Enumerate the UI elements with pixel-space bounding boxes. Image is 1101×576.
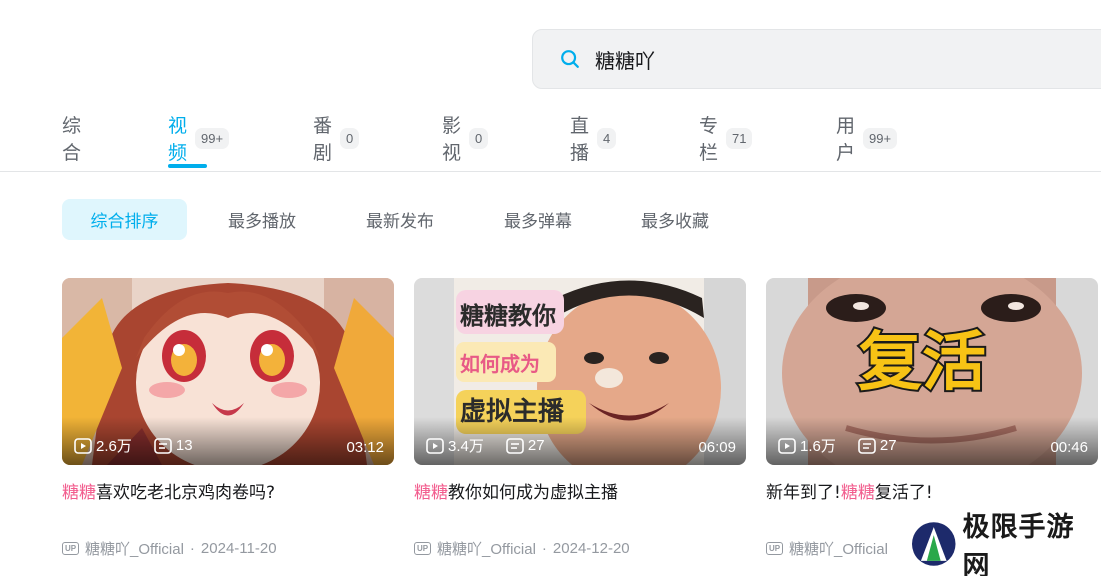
danmaku-count-value: 13 <box>175 437 193 454</box>
video-stats: 2.6万 13 <box>74 435 215 456</box>
tab-label: 直播 <box>570 115 590 164</box>
tab-count-badge: 99+ <box>195 127 230 149</box>
danmaku-icon <box>858 437 876 454</box>
danmaku-count-value: 27 <box>527 437 545 454</box>
title-prefix: 新年到了! <box>766 483 841 503</box>
tab-count-badge: 0 <box>340 127 360 149</box>
sort-newest[interactable]: 最新发布 <box>350 199 450 240</box>
play-count-icon <box>426 437 444 454</box>
title-keyword-highlight: 糖糖 <box>62 483 96 503</box>
video-duration: 03:12 <box>346 439 384 456</box>
title-rest: 喜欢吃老北京鸡肉卷吗? <box>96 483 276 503</box>
tab-label: 专栏 <box>699 115 719 164</box>
watermark-logo-icon <box>911 522 956 566</box>
search-icon[interactable] <box>559 48 581 70</box>
thumbnail-caption: 复活 <box>856 326 988 400</box>
tab-film[interactable]: 影视 0 <box>442 115 489 164</box>
video-meta[interactable]: UP 糖糖吖_Official · 2024-11-20 <box>62 538 394 559</box>
tab-article[interactable]: 专栏 71 <box>699 115 753 164</box>
tab-count-badge: 4 <box>597 127 617 149</box>
view-count-value: 1.6万 <box>800 438 836 455</box>
divider <box>0 171 1101 172</box>
tab-label: 综合 <box>62 115 82 164</box>
video-title[interactable]: 糖糖教你如何成为虚拟主播 <box>414 481 746 505</box>
up-badge-icon: UP <box>766 542 783 555</box>
meta-separator: · <box>541 540 547 557</box>
active-tab-indicator <box>168 164 207 168</box>
video-title[interactable]: 糖糖喜欢吃老北京鸡肉卷吗? <box>62 481 394 505</box>
site-watermark: 极限手游网 <box>901 512 1101 576</box>
view-count-value: 3.4万 <box>448 438 484 455</box>
video-card[interactable]: 2.6万 13 03:12 糖糖喜欢吃老北京鸡肉卷吗? UP 糖糖吖_Offic… <box>62 278 394 559</box>
tab-label: 视频 <box>168 115 188 164</box>
publish-date: 2024-12-20 <box>552 540 630 557</box>
watermark-text: 极限手游网 <box>962 512 1075 576</box>
view-count: 1.6万 <box>778 435 836 456</box>
video-card[interactable]: 糖糖教你 如何成为 虚拟主播 3.4万 27 06:09 糖糖教你如何成为虚拟主… <box>414 278 746 559</box>
danmaku-icon <box>154 437 172 454</box>
sort-most-favorited[interactable]: 最多收藏 <box>625 199 725 240</box>
tab-label: 影视 <box>442 115 462 164</box>
thumbnail-caption: 糖糖教你 如何成为 虚拟主播 <box>460 292 564 436</box>
video-title[interactable]: 新年到了!糖糖复活了! <box>766 481 1098 505</box>
publish-date: 2024-11-20 <box>200 540 277 557</box>
title-keyword-highlight: 糖糖 <box>840 483 875 503</box>
tab-user[interactable]: 用户 99+ <box>836 115 898 164</box>
tab-all[interactable]: 综合 <box>62 115 81 164</box>
play-count-icon <box>778 437 796 454</box>
danmaku-count: 27 <box>506 437 545 454</box>
sort-comprehensive[interactable]: 综合排序 <box>62 199 187 240</box>
video-duration: 00:46 <box>1050 439 1088 456</box>
tab-video[interactable]: 视频 99+ <box>168 115 230 164</box>
thumbnail-caption-line: 糖糖教你 <box>460 302 556 330</box>
thumbnail-caption-line: 如何成为 <box>460 352 540 376</box>
title-keyword-highlight: 糖糖 <box>414 483 448 503</box>
search-input[interactable]: 糖糖吖 <box>595 45 655 74</box>
tab-label: 番剧 <box>313 115 333 164</box>
tab-bangumi[interactable]: 番剧 0 <box>313 115 360 164</box>
tab-label: 用户 <box>836 115 856 164</box>
thumbnail-caption-line: 虚拟主播 <box>460 397 565 427</box>
up-badge-icon: UP <box>414 542 431 555</box>
title-rest: 教你如何成为虚拟主播 <box>448 483 618 503</box>
video-thumbnail[interactable]: 糖糖教你 如何成为 虚拟主播 3.4万 27 06:09 <box>414 278 746 465</box>
uploader-name[interactable]: 糖糖吖_Official <box>437 538 536 559</box>
video-thumbnail[interactable]: 2.6万 13 03:12 <box>62 278 394 465</box>
view-count: 3.4万 <box>426 435 484 456</box>
uploader-name[interactable]: 糖糖吖_Official <box>85 538 184 559</box>
play-count-icon <box>74 437 92 454</box>
view-count: 2.6万 <box>74 435 132 456</box>
video-stats: 1.6万 27 <box>778 435 919 456</box>
danmaku-icon <box>506 437 524 454</box>
sort-most-played[interactable]: 最多播放 <box>212 199 312 240</box>
up-badge-icon: UP <box>62 542 79 555</box>
sort-most-danmaku[interactable]: 最多弹幕 <box>488 199 588 240</box>
tab-live[interactable]: 直播 4 <box>570 115 617 164</box>
title-rest: 复活了! <box>874 483 933 503</box>
meta-separator: · <box>189 540 195 557</box>
video-duration: 06:09 <box>698 439 736 456</box>
video-stats: 3.4万 27 <box>426 435 567 456</box>
danmaku-count: 13 <box>154 437 193 454</box>
tab-count-badge: 99+ <box>863 127 898 149</box>
search-bar[interactable]: 糖糖吖 <box>532 29 1101 89</box>
danmaku-count-value: 27 <box>879 437 897 454</box>
tab-count-badge: 71 <box>726 127 753 149</box>
tab-count-badge: 0 <box>469 127 489 149</box>
video-thumbnail[interactable]: 复活 1.6万 27 00:46 <box>766 278 1098 465</box>
video-meta[interactable]: UP 糖糖吖_Official · 2024-12-20 <box>414 538 746 559</box>
view-count-value: 2.6万 <box>96 438 132 455</box>
danmaku-count: 27 <box>858 437 897 454</box>
uploader-name[interactable]: 糖糖吖_Official <box>789 538 888 559</box>
